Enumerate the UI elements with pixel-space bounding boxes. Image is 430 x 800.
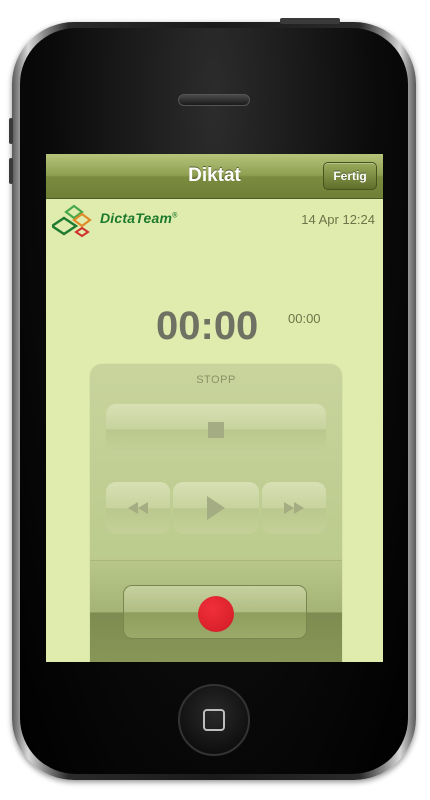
navigation-bar: Diktat Fertig: [46, 154, 383, 199]
done-button[interactable]: Fertig: [323, 162, 377, 190]
fast-forward-button[interactable]: [262, 482, 326, 534]
elapsed-time: 00:00: [156, 304, 259, 348]
dictateam-logo: DictaTeam®: [49, 204, 202, 244]
play-button[interactable]: [173, 482, 259, 534]
status-label: STOPP: [196, 374, 236, 386]
logo-wordmark: DictaTeam®: [100, 210, 177, 226]
stop-button[interactable]: [106, 404, 326, 454]
earpiece-speaker: [178, 94, 250, 106]
total-time: 00:00: [288, 311, 321, 326]
logo-registered-mark: ®: [172, 212, 178, 220]
volume-down-button: [9, 158, 13, 184]
fast-forward-icon: [284, 502, 304, 514]
rewind-icon: [128, 502, 148, 514]
logo-text: DictaTeam: [100, 210, 173, 226]
controls-panel: STOPP: [90, 364, 342, 662]
sleep-button: [280, 18, 340, 24]
volume-up-button: [9, 118, 13, 144]
rewind-button[interactable]: [106, 482, 170, 534]
app-screen: Diktat Fertig DictaTeam® 14 Apr 12:24 00…: [46, 154, 383, 662]
record-button[interactable]: [123, 585, 307, 639]
home-button[interactable]: [178, 684, 250, 756]
play-icon: [207, 496, 225, 520]
stop-icon: [208, 422, 224, 438]
dictateam-logo-icon: [49, 204, 92, 238]
recording-datetime: 14 Apr 12:24: [301, 212, 375, 227]
home-icon: [203, 709, 225, 731]
record-icon: [198, 596, 234, 632]
